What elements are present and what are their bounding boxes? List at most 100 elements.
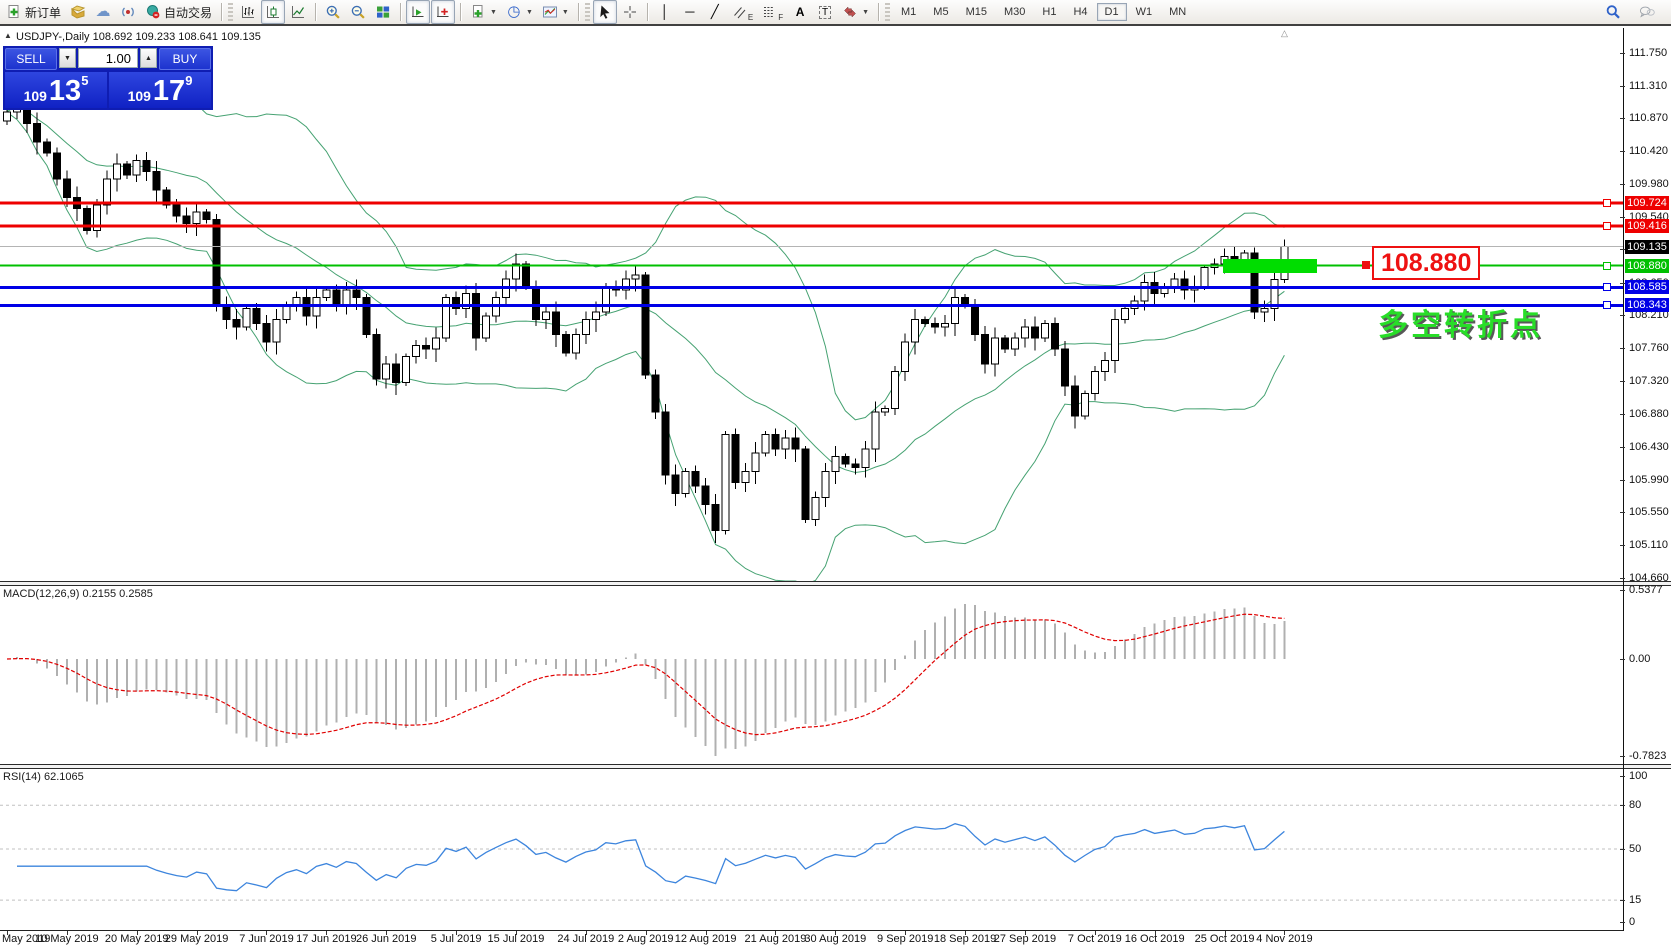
buy-price-point: 9 (185, 66, 192, 96)
hline-price-label[interactable]: 108.585 (1625, 280, 1669, 294)
channel-icon (732, 4, 748, 20)
hline-price-label[interactable]: 108.880 (1625, 259, 1669, 273)
volume-input[interactable]: 1.00 (78, 48, 138, 68)
macd-tick-mark (1620, 756, 1625, 757)
community-icon: ☁ (95, 4, 111, 20)
hline-price-label[interactable]: 109.416 (1625, 219, 1669, 233)
price-tick-label: 109.980 (1629, 178, 1669, 190)
zoom-in-icon (325, 4, 341, 20)
price-tick-mark (1620, 184, 1625, 185)
crosshair-button[interactable] (618, 0, 642, 24)
date-tick-mark (586, 931, 587, 935)
date-tick-mark (456, 931, 457, 935)
vertical-line-button[interactable]: │ (653, 0, 677, 24)
price-tick-mark (1620, 545, 1625, 546)
text-label-button[interactable]: T (813, 0, 837, 24)
chat-button[interactable] (1635, 0, 1659, 24)
sell-price-point: 5 (81, 66, 88, 96)
horizontal-line-button[interactable]: ─ (678, 0, 702, 24)
rsi-chart-svg[interactable] (0, 769, 1623, 930)
equidistant-channel-button[interactable]: E (728, 0, 757, 24)
line-chart-button[interactable] (286, 0, 310, 24)
timeframe-button-m5[interactable]: M5 (925, 3, 956, 21)
price-tick-label: 110.420 (1629, 145, 1668, 157)
indicators-button[interactable]: ▼ (466, 0, 501, 24)
dropdown-caret-icon: ▼ (862, 9, 869, 16)
label-anchor-square[interactable] (1362, 261, 1370, 269)
timeframe-button-m15[interactable]: M15 (958, 3, 995, 21)
hline-price-label[interactable]: 109.724 (1625, 196, 1669, 210)
price-tick-mark (1620, 315, 1625, 316)
toolbar-separator (578, 3, 579, 21)
price-tick-label: 105.110 (1629, 539, 1668, 551)
zoom-out-button[interactable] (346, 0, 370, 24)
toolbar-separator (400, 3, 401, 21)
timeframe-button-m30[interactable]: M30 (996, 3, 1033, 21)
autotrading-button[interactable]: 自动交易 (141, 0, 216, 24)
dropdown-caret-icon: ▼ (526, 9, 533, 16)
chart-shift-marker-icon[interactable]: △ (1281, 28, 1288, 39)
sell-button[interactable]: SELL (5, 48, 57, 70)
hline-endpoint-handle[interactable] (1603, 222, 1611, 230)
volume-decrease-button[interactable]: ▼ (59, 48, 76, 68)
price-tick-label: 105.550 (1629, 506, 1669, 518)
date-tick-mark (386, 931, 387, 935)
highlight-rectangle[interactable] (1223, 259, 1317, 273)
toolbar-button-label: 自动交易 (164, 4, 212, 21)
macd-indicator-label: MACD(12,26,9) 0.2155 0.2585 (3, 588, 153, 600)
chinese-annotation[interactable]: 多空转折点 (1378, 300, 1543, 344)
profiles-button[interactable] (66, 0, 90, 24)
signals-button[interactable] (116, 0, 140, 24)
timeframe-button-h4[interactable]: H4 (1065, 3, 1095, 21)
arrows-button[interactable]: ▼ (838, 0, 873, 24)
timeframe-button-mn[interactable]: MN (1161, 3, 1194, 21)
new-order-button[interactable]: 新订单 (2, 0, 65, 24)
rsi-tick-mark (1620, 849, 1625, 850)
cursor-button[interactable] (593, 0, 617, 24)
timeframe-button-h1[interactable]: H1 (1034, 3, 1064, 21)
hline-endpoint-handle[interactable] (1603, 262, 1611, 270)
search-button[interactable] (1601, 0, 1625, 24)
price-text-label[interactable]: 108.880 (1372, 246, 1480, 280)
periods-button[interactable]: ◷▼ (502, 0, 537, 24)
sell-price-figure: 109 (24, 86, 47, 106)
toolbar-group (406, 0, 455, 24)
mt4-window: 新订单☁自动交易▼◷▼▼│─╱EFAT▼M1M5M15M30H1H4D1W1MN… (0, 0, 1671, 950)
profile-icon (70, 4, 86, 20)
price-tick-label: 111.310 (1629, 80, 1667, 92)
candlestick-chart-button[interactable] (261, 0, 285, 24)
timeframe-button-w1[interactable]: W1 (1128, 3, 1161, 21)
text-icon: A (792, 4, 808, 20)
date-tick-mark (266, 931, 267, 935)
hline-endpoint-handle[interactable] (1603, 199, 1611, 207)
macd-chart-svg[interactable] (0, 586, 1623, 764)
hline-endpoint-handle[interactable] (1603, 283, 1611, 291)
community-button[interactable]: ☁ (91, 0, 115, 24)
hline-endpoint-handle[interactable] (1603, 301, 1611, 309)
one-click-trading-panel: SELL ▼ 1.00 ▲ BUY 109 13 5 109 17 9 (3, 46, 213, 110)
chart-shift-button[interactable] (431, 0, 455, 24)
sell-price-display[interactable]: 109 13 5 (5, 72, 107, 108)
date-tick-mark (1025, 931, 1026, 935)
timeframe-button-d1[interactable]: D1 (1097, 3, 1127, 21)
templates-button[interactable]: ▼ (538, 0, 573, 24)
buy-price-display[interactable]: 109 17 9 (109, 72, 211, 108)
rsi-tick-mark (1620, 900, 1625, 901)
price-tick-mark (1620, 118, 1625, 119)
date-tick-mark (197, 931, 198, 935)
rsi-tick-mark (1620, 922, 1625, 923)
templates-icon (542, 4, 558, 20)
bar-chart-button[interactable] (236, 0, 260, 24)
fibonacci-button[interactable]: F (758, 0, 787, 24)
auto-scroll-button[interactable] (406, 0, 430, 24)
tile-windows-button[interactable] (371, 0, 395, 24)
rsi-pane[interactable] (0, 769, 1623, 931)
text-button[interactable]: A (788, 0, 812, 24)
hline-price-label[interactable]: 108.343 (1625, 298, 1669, 312)
zoom-in-button[interactable] (321, 0, 345, 24)
trendline-button[interactable]: ╱ (703, 0, 727, 24)
volume-increase-button[interactable]: ▲ (140, 48, 157, 68)
timeframe-button-m1[interactable]: M1 (893, 3, 924, 21)
macd-pane[interactable] (0, 586, 1623, 764)
collapse-trade-panel-icon[interactable]: ▲ (4, 31, 12, 40)
